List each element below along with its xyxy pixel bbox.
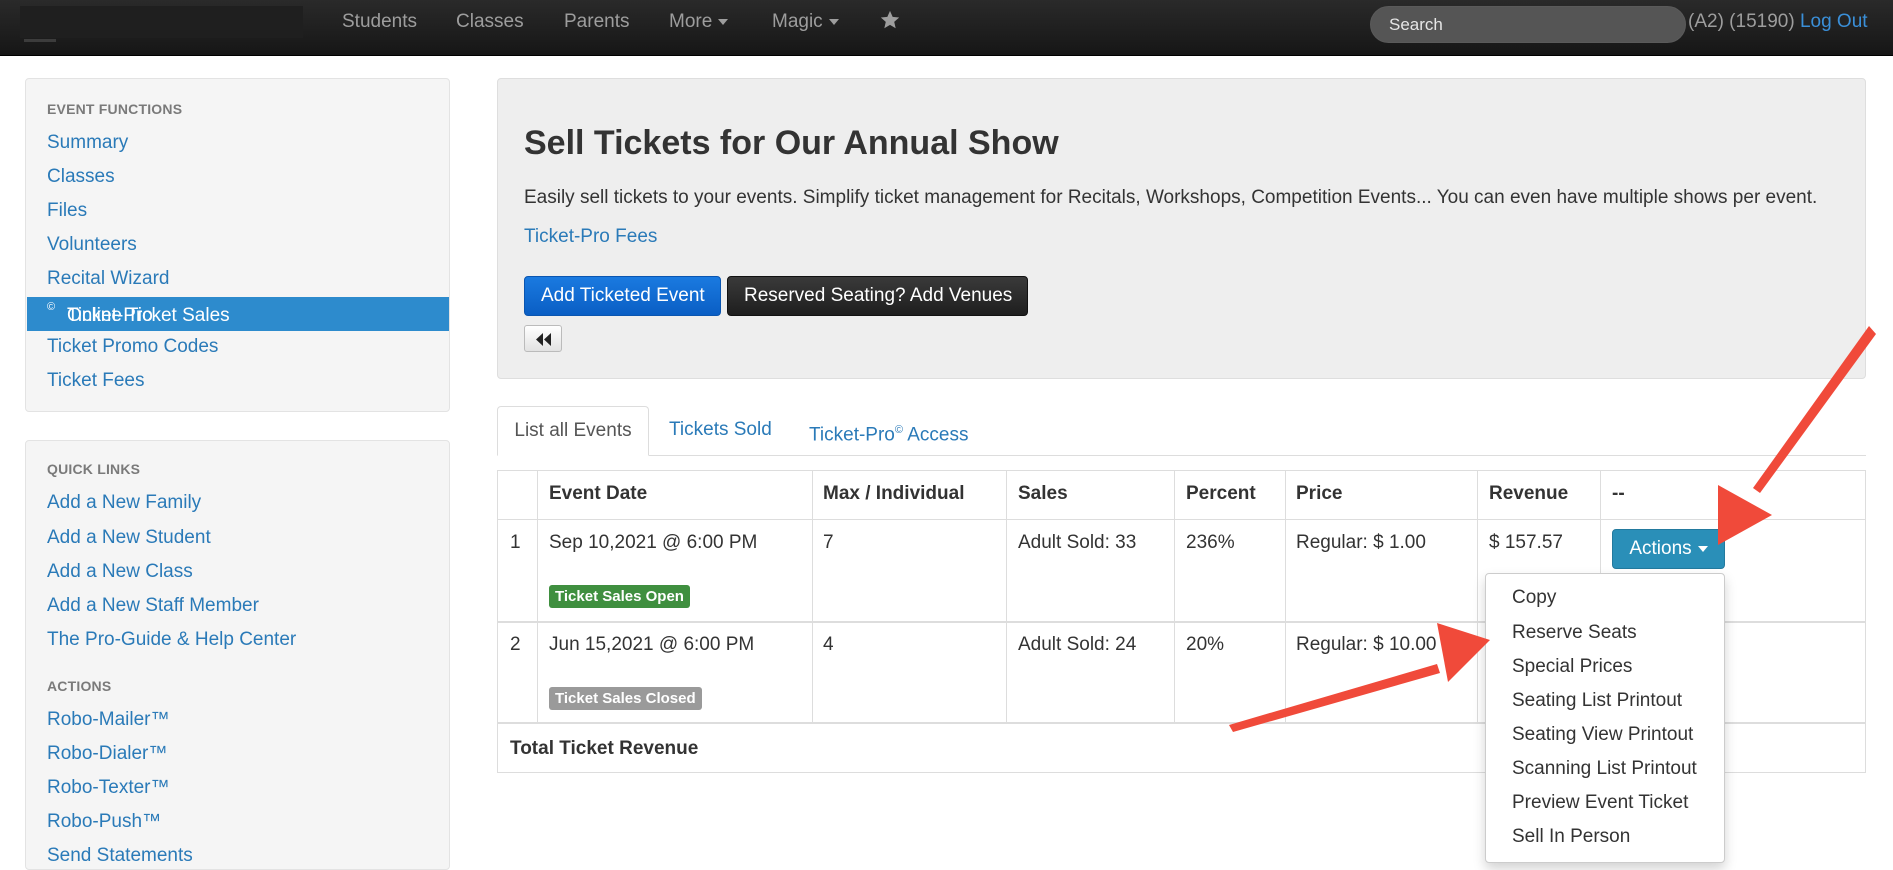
column-divider [537,471,538,723]
action-send-statements[interactable]: Send Statements [47,845,193,867]
menu-item-special-prices[interactable]: Special Prices [1512,656,1632,678]
menu-item-sell-in-person[interactable]: Sell In Person [1512,826,1630,848]
quick-link-add-class[interactable]: Add a New Class [47,561,193,583]
row-divider [498,519,1865,520]
brand-mark [24,39,56,42]
row-number: 2 [510,634,521,655]
tab-ticket-pro-access[interactable]: Ticket-Pro© Access [809,406,968,456]
caret-down-icon [718,18,729,25]
header-percent: Percent [1186,483,1256,504]
price-value: Regular: $ 1.00 [1296,532,1426,553]
sidebar-item-summary[interactable]: Summary [47,132,128,154]
search-input[interactable] [1370,6,1686,43]
sales-value: Adult Sold: 33 [1018,532,1137,553]
action-robo-mailer[interactable]: Robo-Mailer™ [47,709,169,731]
sidebar-item-classes[interactable]: Classes [47,166,115,188]
sidebar-item-online-ticket-sales[interactable]: Ticket-Pro © Online Ticket Sales [27,297,449,331]
top-navbar: Students Classes Parents More Magic (A2)… [0,0,1893,56]
event-date-link[interactable]: Jun 15,2021 @ 6:00 PM [549,634,754,656]
intro-panel: Sell Tickets for Our Annual Show Easily … [497,78,1866,379]
actions-label: Actions [1629,538,1692,559]
header-max-individual: Max / Individual [823,483,965,504]
actions-dropdown-button[interactable]: Actions [1612,529,1725,569]
sidebar-item-ticket-fees[interactable]: Ticket Fees [47,370,145,392]
column-divider [1477,471,1478,723]
user-id-text: (A2) (15190) [1688,11,1795,32]
event-functions-header: EVENT FUNCTIONS [47,101,183,117]
sidebar-item-label: Ticket-Pro © Online Ticket Sales [47,301,230,326]
tab-tickets-sold[interactable]: Tickets Sold [669,406,772,456]
add-venues-button[interactable]: Reserved Seating? Add Venues [727,276,1028,316]
action-robo-push[interactable]: Robo-Push™ [47,811,161,833]
menu-item-reserve-seats[interactable]: Reserve Seats [1512,622,1637,644]
quick-links-header: QUICK LINKS [47,461,141,477]
menu-item-seating-list-printout[interactable]: Seating List Printout [1512,690,1682,712]
logout-link[interactable]: Log Out [1800,11,1868,32]
tab-list-all-events[interactable]: List all Events [497,406,649,456]
rewind-icon [536,333,551,346]
nav-parents[interactable]: Parents [564,11,629,33]
sales-value: Adult Sold: 24 [1018,634,1137,655]
row-number: 1 [510,532,521,553]
sidebar-item-ticket-promo-codes[interactable]: Ticket Promo Codes [47,336,218,358]
actions-dropdown-menu: Copy Reserve Seats Special Prices Seatin… [1485,573,1725,863]
star-icon[interactable] [879,9,901,31]
total-ticket-revenue-label: Total Ticket Revenue [510,738,699,759]
header-revenue: Revenue [1489,483,1569,504]
sidebar-item-volunteers[interactable]: Volunteers [47,234,137,256]
quick-link-pro-guide[interactable]: The Pro-Guide & Help Center [47,629,296,651]
quick-link-add-student[interactable]: Add a New Student [47,527,211,549]
page-description: Easily sell tickets to your events. Simp… [524,187,1818,208]
revenue-value: $ 157.57 [1489,532,1563,553]
header-actions: -- [1612,483,1625,504]
user-info: (A2) (15190) Log Out [1688,11,1868,33]
header-price: Price [1296,483,1343,504]
caret-down-icon [828,18,839,25]
header-sales: Sales [1018,483,1068,504]
max-individual-value: 7 [823,532,834,553]
price-value: Regular: $ 10.00 [1296,634,1437,655]
event-functions-panel: EVENT FUNCTIONS Summary Classes Files Vo… [25,78,450,412]
status-badge: Ticket Sales Closed [549,687,702,710]
column-divider [1285,471,1286,723]
sidebar-item-recital-wizard[interactable]: Recital Wizard [47,268,169,290]
column-divider [812,471,813,723]
quick-link-add-staff[interactable]: Add a New Staff Member [47,595,259,617]
nav-more-label: More [669,11,713,32]
page-title: Sell Tickets for Our Annual Show [524,124,1059,162]
menu-item-copy[interactable]: Copy [1512,587,1556,609]
action-robo-dialer[interactable]: Robo-Dialer™ [47,743,167,765]
nav-magic-dropdown[interactable]: Magic [772,11,839,33]
max-individual-value: 4 [823,634,834,655]
menu-item-scanning-list-printout[interactable]: Scanning List Printout [1512,758,1697,780]
sidebar-item-files[interactable]: Files [47,200,87,222]
column-divider [1006,471,1007,723]
nav-students[interactable]: Students [342,11,417,33]
nav-more-dropdown[interactable]: More [669,11,729,33]
nav-classes[interactable]: Classes [456,11,524,33]
quick-links-panel: QUICK LINKS Add a New Family Add a New S… [25,440,450,870]
header-event-date: Event Date [549,483,648,504]
ticket-pro-fees-link[interactable]: Ticket-Pro Fees [524,226,657,248]
quick-link-add-family[interactable]: Add a New Family [47,492,201,514]
add-ticketed-event-button[interactable]: Add Ticketed Event [524,276,721,316]
nav-magic-label: Magic [772,11,823,32]
percent-value: 236% [1186,532,1235,553]
percent-value: 20% [1186,634,1225,655]
actions-header: ACTIONS [47,678,112,694]
action-robo-texter[interactable]: Robo-Texter™ [47,777,170,799]
back-button[interactable] [524,325,562,352]
caret-down-icon [1697,545,1708,552]
column-divider [1174,471,1175,723]
menu-item-seating-view-printout[interactable]: Seating View Printout [1512,724,1693,746]
event-date-link[interactable]: Sep 10,2021 @ 6:00 PM [549,532,757,554]
brand-logo[interactable] [20,6,303,38]
menu-item-preview-event-ticket[interactable]: Preview Event Ticket [1512,792,1688,814]
status-badge: Ticket Sales Open [549,585,690,608]
